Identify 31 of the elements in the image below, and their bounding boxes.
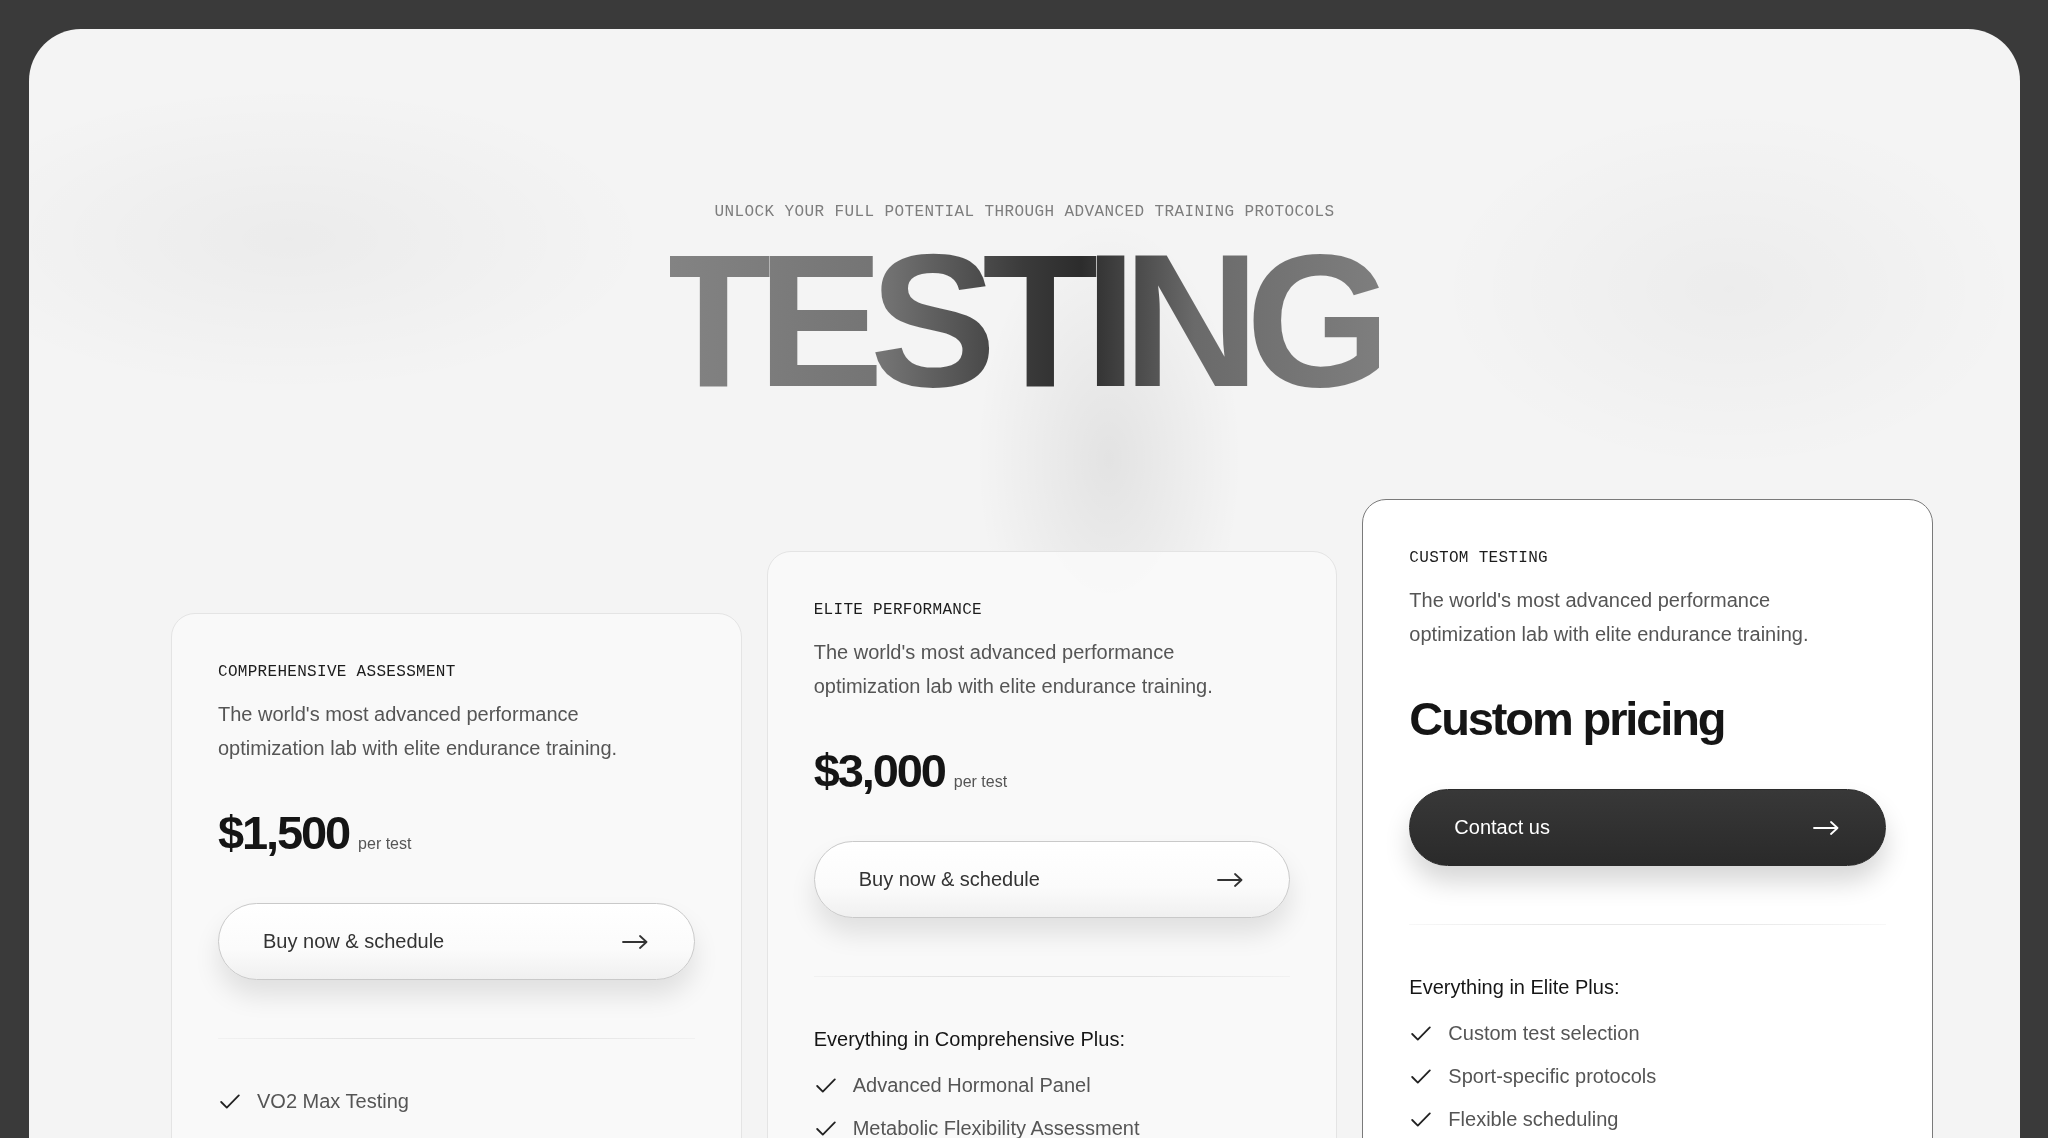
plan-description: The world's most advanced performance optimization lab with elite endurance training.	[218, 702, 619, 761]
check-icon	[1411, 1025, 1432, 1041]
tagline: UNLOCK YOUR FULL POTENTIAL THROUGH ADVANCED TRAINING PROTOCOLS	[713, 202, 1336, 222]
check-icon	[1411, 1111, 1432, 1127]
check-icon	[815, 1077, 836, 1093]
plan-description: The world's most advanced performance optimization lab with elite endurance training.	[813, 640, 1214, 699]
arrow-right-icon	[1217, 872, 1244, 887]
arrow-right-icon	[621, 934, 648, 949]
feature-text: VO2 Max Testing	[257, 1089, 409, 1113]
check-icon	[1411, 1068, 1432, 1084]
action-button[interactable]: Buy now & schedule	[813, 841, 1291, 918]
check-icon	[220, 1093, 240, 1109]
plan-description: The world's most advanced performance optimization lab with elite endurance training.	[1409, 588, 1810, 647]
action-button[interactable]: Contact us	[1409, 789, 1886, 866]
feature-text: Sport-specific protocols	[1448, 1064, 1657, 1088]
price-unit: per test	[953, 773, 1008, 791]
action-button[interactable]: Buy now & schedule	[218, 903, 695, 980]
check-icon	[815, 1120, 836, 1136]
arrow-right-icon	[1813, 820, 1839, 835]
feature-text: Advanced Hormonal Panel	[852, 1073, 1091, 1097]
feature-text: Flexible scheduling	[1448, 1107, 1619, 1131]
plan-name: ELITE PERFORMANCE	[813, 600, 983, 620]
price-unit: per test	[358, 835, 412, 853]
price: $1,500	[218, 805, 350, 861]
plan-name: CUSTOM TESTING	[1409, 548, 1549, 568]
plan-name: COMPREHENSIVE ASSESSMENT	[218, 662, 457, 682]
feature-text: Custom test selection	[1448, 1021, 1640, 1045]
price: Custom pricing	[1409, 691, 1725, 747]
features-heading: Everything in Elite Plus:	[1409, 975, 1621, 1000]
features-heading: Everything in Comprehensive Plus:	[813, 1027, 1126, 1052]
price: $3,000	[813, 743, 945, 799]
